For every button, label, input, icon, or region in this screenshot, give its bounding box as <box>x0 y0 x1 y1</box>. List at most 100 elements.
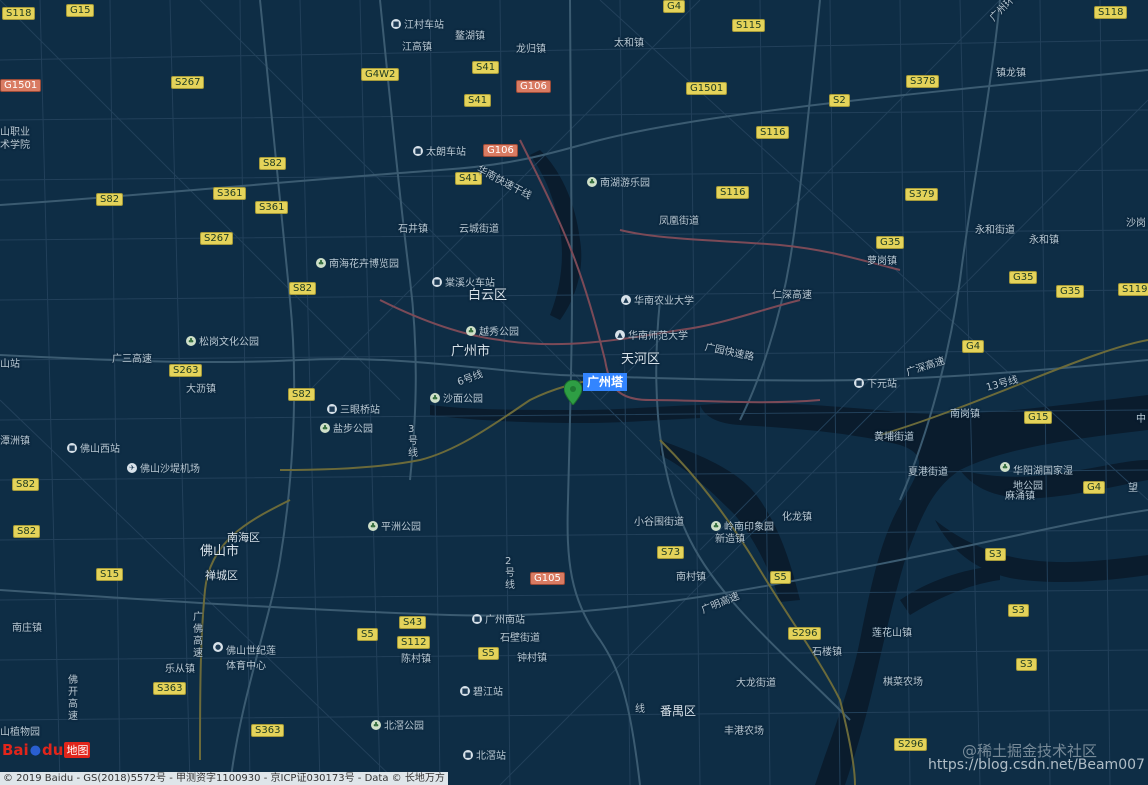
train-station-icon: ■ <box>391 18 401 29</box>
road-shield: S3 <box>1016 658 1037 671</box>
watermark-url: https://blog.csdn.net/Beam007 <box>928 757 1145 773</box>
road-shield: G35 <box>1009 271 1038 284</box>
university-icon: ▲ <box>621 294 631 305</box>
road-name-label: 2号线 <box>505 556 515 591</box>
district-label: 南海区 <box>227 531 260 544</box>
place-label: 镇龙镇 <box>996 68 1026 79</box>
road-shield: S378 <box>906 75 940 88</box>
poi-item[interactable]: ■ 棠溪火车站 <box>432 274 495 289</box>
place-label: 棋菜农场 <box>883 677 923 688</box>
poi-item[interactable]: ♣ 南海花卉博览园 <box>316 255 399 270</box>
place-label: 云城街道 <box>459 224 499 235</box>
train-station-icon: ■ <box>460 685 470 696</box>
poi-item[interactable]: ■ 下元站 <box>854 375 897 390</box>
map-canvas[interactable]: S118 G15 G4 S115 S118 G1501 S267 G4W2 S4… <box>0 0 1148 785</box>
place-label: 永和镇 <box>1029 235 1059 246</box>
place-label: 山植物园 <box>0 727 40 738</box>
place-label: 术学院 <box>0 140 30 151</box>
place-label: 望 <box>1128 483 1138 494</box>
train-station-icon: ■ <box>472 613 482 624</box>
poi-item[interactable]: ♣ 平洲公园 <box>368 518 421 533</box>
train-station-icon: ■ <box>327 403 337 414</box>
park-icon: ♣ <box>711 520 721 531</box>
road-shield: S82 <box>96 193 124 206</box>
university-icon: ▲ <box>615 329 625 340</box>
poi-item[interactable]: ■ 北滘站 <box>463 747 506 762</box>
airport-icon: ✈ <box>127 462 137 473</box>
place-label: 石楼镇 <box>812 647 842 658</box>
poi-item[interactable]: ■ 佛山西站 <box>67 440 120 455</box>
place-label: 陈村镇 <box>401 654 431 665</box>
road-shield: G1501 <box>686 82 728 95</box>
road-shield: S118 <box>2 7 36 20</box>
road-shield: G106 <box>483 144 518 157</box>
poi-item[interactable]: ♣ 北滘公园 <box>371 717 424 732</box>
marker-callout[interactable]: 广州塔 <box>583 373 628 391</box>
poi-item[interactable]: ▲ 华南农业大学 <box>621 292 694 307</box>
road-shield: S43 <box>399 616 427 629</box>
poi-item[interactable]: ● 佛山世纪莲体育中心 <box>213 642 278 672</box>
park-icon: ♣ <box>316 257 326 268</box>
poi-item[interactable]: ♣ 沙面公园 <box>430 390 483 405</box>
poi-item[interactable]: ♣ 越秀公园 <box>466 323 519 338</box>
road-shield: S73 <box>657 546 685 559</box>
poi-item[interactable]: ♣ 南湖游乐园 <box>587 174 650 189</box>
copyright-bar: © 2019 Baidu - GS(2018)5572号 - 甲测资字11009… <box>0 772 448 785</box>
poi-item[interactable]: ■ 碧江站 <box>460 683 503 698</box>
train-station-icon: ■ <box>854 377 864 388</box>
road-shield: G4 <box>663 0 686 13</box>
place-label: 南庄镇 <box>12 623 42 634</box>
place-label: 永和街道 <box>975 225 1015 236</box>
road-shield: G105 <box>530 572 565 585</box>
place-label: 丰港农场 <box>724 726 764 737</box>
road-shield: S267 <box>171 76 205 89</box>
district-label: 白云区 <box>468 288 508 303</box>
park-icon: ♣ <box>320 422 330 433</box>
poi-item[interactable]: ■ 广州南站 <box>472 611 525 626</box>
location-pin-icon[interactable] <box>564 380 582 405</box>
road-shield: S379 <box>905 188 939 201</box>
poi-item[interactable]: ■ 江村车站 <box>391 16 444 31</box>
road-shield: S82 <box>288 388 316 401</box>
district-label: 广州市 <box>451 344 491 359</box>
place-label: 山站 <box>0 359 20 370</box>
place-label: 沙岗 <box>1126 218 1146 229</box>
district-label: 禅城区 <box>205 569 238 582</box>
park-icon: ♣ <box>368 520 378 531</box>
place-label: 江高镇 <box>402 42 432 53</box>
poi-item[interactable]: ♣ 盐步公园 <box>320 420 373 435</box>
train-station-icon: ■ <box>67 442 77 453</box>
poi-item[interactable]: ♣ 松岗文化公园 <box>186 333 259 348</box>
road-shield: S118 <box>1094 6 1128 19</box>
place-label: 大龙街道 <box>736 678 776 689</box>
road-shield: S267 <box>200 232 234 245</box>
road-name-label: 广三高速 <box>112 354 152 365</box>
poi-item[interactable]: ■ 三眼桥站 <box>327 401 380 416</box>
place-label: 南岗镇 <box>950 409 980 420</box>
place-label: 化龙镇 <box>782 512 812 523</box>
road-name-label: 3号线 <box>408 424 418 459</box>
park-icon: ♣ <box>430 392 440 403</box>
road-shield: S5 <box>357 628 378 641</box>
poi-item[interactable]: ▲ 华南师范大学 <box>615 327 688 342</box>
poi-item[interactable]: ■ 太朗车站 <box>413 143 466 158</box>
place-label: 石壁街道 <box>500 633 540 644</box>
poi-item[interactable]: ♣ 岭南印象园 <box>711 518 774 533</box>
logo-text: du <box>42 741 64 759</box>
baidu-map-logo[interactable]: Bai ● du 地图 <box>2 741 91 759</box>
poi-item[interactable]: ✈ 佛山沙堤机场 <box>127 460 200 475</box>
place-label: 萝岗镇 <box>867 256 897 267</box>
district-label: 佛山市 <box>200 544 240 559</box>
road-shield: G4W2 <box>361 68 400 81</box>
road-shield: G15 <box>1024 411 1053 424</box>
road-shield: S116 <box>716 186 750 199</box>
road-shield: G35 <box>1056 285 1085 298</box>
train-station-icon: ■ <box>432 276 442 287</box>
road-name-label: 广佛高速 <box>193 612 203 659</box>
road-shield: G35 <box>876 236 905 249</box>
road-shield: S296 <box>788 627 822 640</box>
road-shield: S41 <box>464 94 492 107</box>
place-label: 鳌湖镇 <box>455 31 485 42</box>
place-label: 中 <box>1136 414 1146 425</box>
poi-item[interactable]: ♣ 华阳湖国家湿地公园 <box>1000 462 1073 492</box>
